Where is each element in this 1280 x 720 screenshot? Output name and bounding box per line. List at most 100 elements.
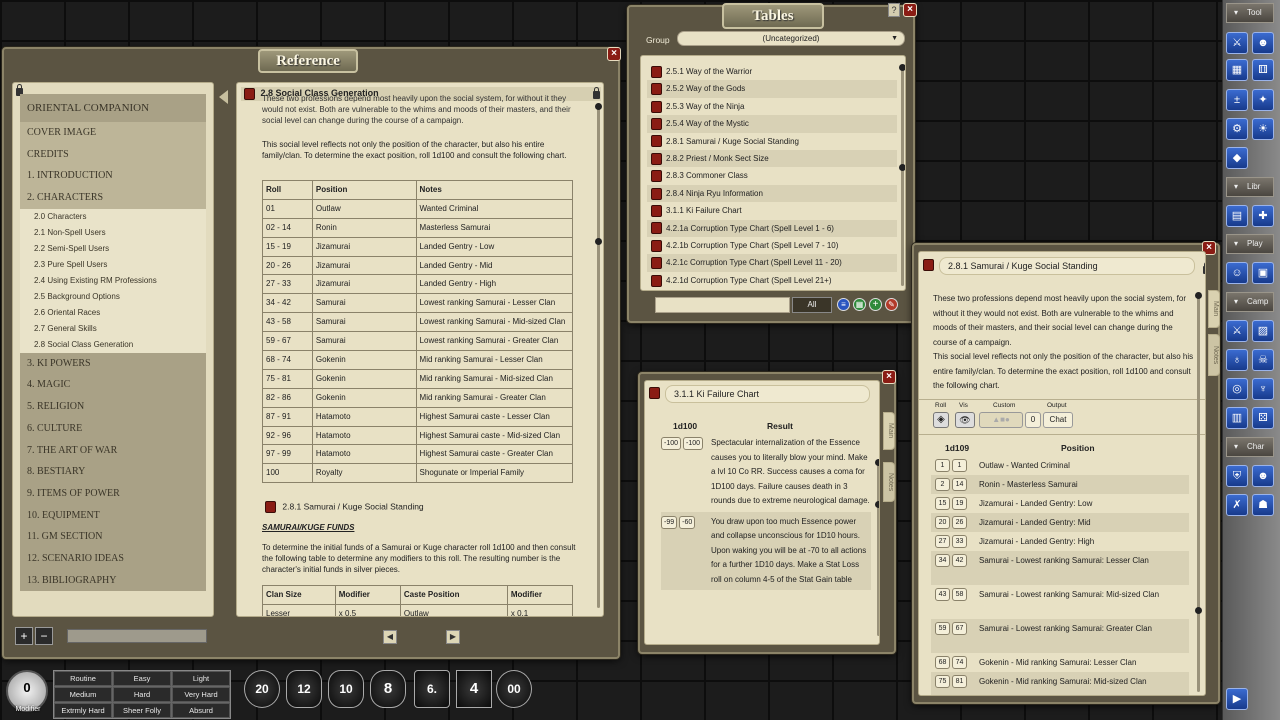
list-item[interactable]: 4.2.1c Corruption Type Chart (Spell Leve… (647, 254, 897, 272)
toc-item[interactable]: 13. BIBLIOGRAPHY (20, 570, 206, 592)
toc-item[interactable]: 5. RELIGION (20, 396, 206, 418)
scroll-knob[interactable] (899, 64, 905, 71)
range-to[interactable]: 42 (952, 554, 967, 567)
scrollbar[interactable] (1197, 292, 1200, 692)
list-item[interactable]: 3.1.1 Ki Failure Chart (647, 202, 897, 219)
combat-tracker-icon[interactable]: ⚔ (1226, 32, 1248, 54)
scroll-knob[interactable] (875, 501, 879, 508)
npcs-skull-icon[interactable]: ☠ (1252, 349, 1274, 371)
die-d00-icon[interactable]: 00 (496, 670, 532, 708)
list-item-label[interactable]: 3.1.1 Ki Failure Chart (666, 206, 742, 215)
tables-dice-icon[interactable]: ⚄ (1252, 407, 1274, 429)
lock-icon[interactable] (1203, 262, 1205, 274)
sidebar-section-character[interactable]: Char (1226, 437, 1274, 457)
range-to[interactable]: 58 (952, 588, 967, 601)
next-page-button[interactable]: ▶ (446, 630, 460, 644)
modifier-button[interactable]: Light (172, 671, 230, 686)
range-to[interactable]: 74 (952, 656, 967, 669)
scroll-knob[interactable] (1195, 607, 1202, 614)
close-icon[interactable]: × (882, 370, 896, 384)
range-from[interactable]: 20 (935, 516, 950, 529)
coins-icon[interactable]: ◎ (1226, 378, 1248, 400)
toc-item[interactable]: COVER IMAGE (20, 122, 206, 144)
modifier-button[interactable]: Routine (54, 671, 112, 686)
treasure-bag-icon[interactable]: ♁ (1226, 349, 1248, 371)
range-from[interactable]: 68 (935, 656, 950, 669)
list-item-label[interactable]: 2.8.1 Samurai / Kuge Social Standing (666, 137, 799, 146)
toc-subitem[interactable]: 2.0 Characters (20, 209, 206, 225)
modifier-button[interactable]: Medium (54, 687, 112, 702)
modifier-button[interactable]: Very Hard (172, 687, 230, 702)
toc-item[interactable]: 8. BESTIARY (20, 461, 206, 483)
scroll-knob[interactable] (595, 238, 602, 245)
table-link-icon[interactable] (651, 170, 662, 183)
lighting-icon[interactable]: ☀ (1252, 118, 1274, 140)
range-to[interactable]: -60 (679, 515, 696, 529)
items-icon[interactable]: ☗ (1252, 494, 1274, 516)
list-item[interactable]: 4.2.1a Corruption Type Chart (Spell Leve… (647, 219, 897, 237)
list-item[interactable]: 2.5.3 Way of the Ninja (647, 98, 897, 115)
tab-main[interactable]: Main (1208, 290, 1220, 328)
toc-item[interactable]: 2. CHARACTERS (20, 187, 206, 209)
range-to[interactable]: 14 (952, 478, 967, 491)
output-select[interactable]: Chat (1043, 412, 1073, 428)
die-d4-icon[interactable]: 4 (456, 670, 492, 708)
table-link-icon[interactable] (651, 100, 662, 113)
list-item-label[interactable]: 2.5.3 Way of the Ninja (666, 102, 744, 111)
remove-button[interactable]: − (35, 627, 53, 645)
list-item-label[interactable]: 4.2.1c Corruption Type Chart (Spell Leve… (666, 258, 842, 267)
die-d8-icon[interactable]: 8 (370, 670, 406, 708)
collapse-arrow-icon[interactable] (219, 90, 228, 104)
filter-all-button[interactable]: All (792, 297, 832, 313)
table-link-icon[interactable] (651, 222, 662, 235)
table-icon[interactable]: ◆ (1226, 147, 1248, 169)
list-item-label[interactable]: 4.2.1d Corruption Type Chart (Spell Leve… (666, 276, 832, 285)
list-item-label[interactable]: 2.5.4 Way of the Mystic (666, 119, 749, 128)
toc-subitem[interactable]: 2.1 Non-Spell Users (20, 225, 206, 241)
toc-subitem[interactable]: 2.5 Background Options (20, 289, 206, 305)
list-item[interactable]: 4.2.1b Corruption Type Chart (Spell Leve… (647, 237, 897, 254)
range-to[interactable]: 26 (952, 516, 967, 529)
search-input[interactable] (67, 629, 207, 643)
list-item[interactable]: 4.2.1d Corruption Type Chart (Spell Leve… (647, 272, 897, 289)
range-to[interactable]: 33 (952, 535, 967, 548)
modifier-button[interactable]: Hard (113, 687, 171, 702)
scroll-knob[interactable] (875, 459, 879, 466)
die-d12-icon[interactable]: 12 (286, 670, 322, 708)
prev-page-button[interactable]: ◀ (383, 630, 397, 644)
record-link-icon[interactable] (649, 387, 660, 399)
expand-play-icon[interactable]: ▶ (1226, 688, 1248, 710)
table-link-icon[interactable] (651, 135, 662, 148)
custom-dice-box[interactable]: ▲■● (979, 412, 1023, 428)
effects-icon[interactable]: ✦ (1252, 89, 1274, 111)
toc-item[interactable]: 1. INTRODUCTION (20, 165, 206, 188)
list-item-label[interactable]: 4.2.1a Corruption Type Chart (Spell Leve… (666, 224, 834, 233)
toc-subitem[interactable]: 2.4 Using Existing RM Professions (20, 273, 206, 289)
range-to[interactable]: 1 (952, 459, 967, 472)
list-item[interactable]: 2.5.1 Way of the Warrior (647, 63, 897, 80)
toc-item[interactable]: 3. KI POWERS (20, 353, 206, 375)
range-from[interactable]: -100 (661, 437, 682, 450)
list-item-label[interactable]: 2.8.2 Priest / Monk Sect Size (666, 154, 769, 163)
scroll-knob[interactable] (899, 164, 905, 171)
table-link-icon[interactable] (651, 239, 662, 252)
list-item-label[interactable]: 2.5.2 Way of the Gods (666, 84, 745, 93)
list-item[interactable]: 2.8.3 Commoner Class (647, 167, 897, 184)
toc-subitem[interactable]: 2.3 Pure Spell Users (20, 257, 206, 273)
list-item-label[interactable]: 4.2.1b Corruption Type Chart (Spell Leve… (666, 241, 838, 250)
table-link-icon[interactable] (651, 205, 662, 218)
party-icon[interactable]: ☻ (1252, 32, 1274, 54)
modifier-button[interactable]: Extrmly Hard (54, 703, 112, 718)
table-link-icon[interactable] (651, 274, 662, 287)
dice-roll-icon[interactable]: ◈ (933, 412, 949, 428)
list-item[interactable]: 2.8.2 Priest / Monk Sect Size (647, 149, 897, 168)
tables-search-input[interactable] (655, 297, 790, 313)
add-button[interactable]: + (15, 627, 33, 645)
table-link-icon[interactable] (651, 152, 662, 165)
toc-item[interactable]: 10. EQUIPMENT (20, 505, 206, 527)
toc-item[interactable]: 9. ITEMS OF POWER (20, 483, 206, 505)
races-head-icon[interactable]: ☻ (1252, 465, 1274, 487)
toc-item[interactable]: ORIENTAL COMPANION (20, 94, 206, 122)
toc-item[interactable]: 4. MAGIC (20, 374, 206, 396)
quests-grail-icon[interactable]: ♆ (1252, 378, 1274, 400)
